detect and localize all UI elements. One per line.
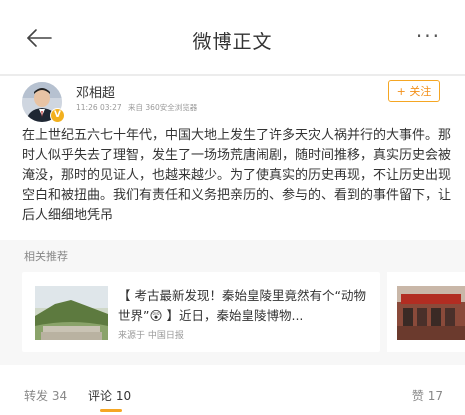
related-section: 相关推荐 【 考古最新发现！秦始皇陵里竟然有个“动物世界”😲 】近日，秦始皇陵博… — [0, 240, 465, 365]
active-tab-indicator — [100, 409, 122, 412]
action-bar: 转发 34 评论 10 赞 17 — [0, 365, 465, 415]
tab-repost[interactable]: 转发 34 — [24, 387, 67, 404]
more-dots-icon[interactable]: ··· — [416, 24, 441, 48]
post-source: 来自 360安全浏览器 — [128, 103, 198, 112]
post-body: 在上世纪五六七十年代，中国大地上发生了许多天灾人祸并行的大事件。那时人似乎失去了… — [22, 128, 452, 223]
related-title: 相关推荐 — [24, 250, 68, 263]
related-card[interactable]: 【 考古最新发现！秦始皇陵里竟然有个“动物世界”😲 】近日，秦始皇陵博物... … — [22, 272, 380, 352]
post-username[interactable]: 邓相超 — [76, 82, 115, 101]
tab-like[interactable]: 赞 17 — [412, 387, 443, 404]
follow-button[interactable]: + 关注 — [388, 80, 440, 102]
card-source: 来源于 中国日报 — [118, 331, 184, 341]
card-2-thumbnail — [397, 286, 465, 340]
top-nav-bar: 微博正文 ··· — [0, 0, 465, 74]
verified-badge-icon: V — [50, 108, 65, 123]
post-time: 11:26 03:27 — [76, 103, 122, 112]
post-meta: 11:26 03:27 来自 360安全浏览器 — [76, 102, 201, 113]
page-title: 微博正文 — [192, 31, 273, 53]
card-thumbnail — [35, 286, 108, 340]
card-title: 【 考古最新发现！秦始皇陵里竟然有个“动物世界”😲 】近日，秦始皇陵博物... — [118, 288, 366, 323]
weibo-post: V 邓相超 11:26 03:27 来自 360安全浏览器 + 关注 在上世纪五… — [0, 76, 465, 234]
related-card-2[interactable] — [387, 272, 465, 352]
tab-comment[interactable]: 评论 10 — [88, 387, 131, 404]
